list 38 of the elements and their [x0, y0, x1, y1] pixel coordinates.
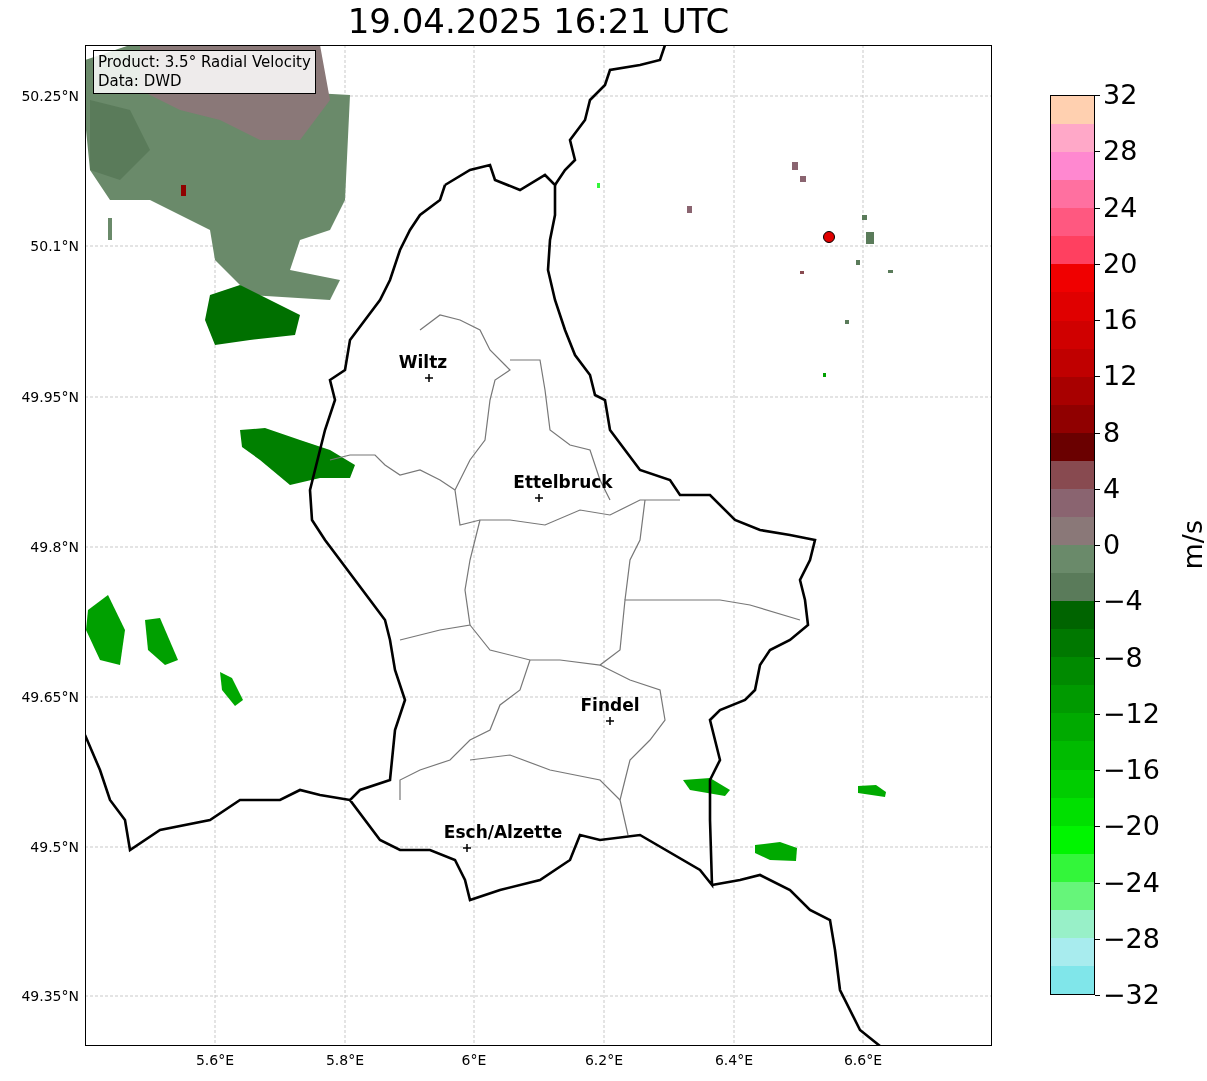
- colorbar-tick-label: −24: [1095, 866, 1160, 899]
- colorbar-tick-label: −12: [1095, 697, 1160, 730]
- city-label: Wiltz: [398, 352, 448, 372]
- info-text: Product: 3.5° Radial Velocity: [98, 53, 311, 72]
- longitude-tick-label: 6.4°E: [714, 1052, 754, 1068]
- longitude-tick-label: 6.6°E: [843, 1052, 883, 1068]
- city-label: Ettelbruck: [513, 472, 613, 492]
- colorbar-tick-label: 24: [1095, 191, 1138, 224]
- colorbar-tick-label: 20: [1095, 247, 1138, 280]
- colorbar-tick-label: −16: [1095, 754, 1160, 786]
- colorbar-tick-label: −20: [1095, 810, 1160, 843]
- colorbar-tick-label: 4: [1095, 472, 1121, 505]
- longitude-tick-label: 5.8°E: [325, 1052, 365, 1068]
- latitude-tick-label: 49.95°N: [21, 389, 79, 405]
- latitude-tick-label: 49.35°N: [21, 988, 79, 1004]
- colorbar-tick-label: 0: [1095, 529, 1121, 561]
- latitude-tick-label: 49.8°N: [30, 539, 79, 555]
- city-label: Esch/Alzette: [443, 822, 563, 842]
- colorbar-unit-label: m/s: [1177, 520, 1207, 570]
- info-text: Data: DWD: [98, 72, 183, 91]
- latitude-tick-label: 49.65°N: [21, 689, 79, 705]
- colorbar-tick-label: 32: [1095, 79, 1138, 111]
- colorbar-tick-label: −4: [1095, 585, 1143, 618]
- colorbar-tick-label: −8: [1095, 641, 1143, 674]
- colorbar-tick-label: 28: [1095, 135, 1138, 168]
- city-label: Findel: [580, 695, 640, 715]
- latitude-tick-label: 50.25°N: [21, 88, 79, 104]
- longitude-tick-label: 6.2°E: [584, 1052, 624, 1068]
- colorbar-tick-label: −32: [1095, 979, 1160, 1011]
- colorbar-tick-label: 12: [1095, 360, 1138, 393]
- longitude-tick-label: 6°E: [461, 1052, 487, 1068]
- longitude-tick-label: 5.6°E: [195, 1052, 235, 1068]
- colorbar-tick-label: 16: [1095, 304, 1138, 336]
- colorbar-tick-label: −28: [1095, 922, 1160, 955]
- colorbar-tick-label: 8: [1095, 416, 1121, 449]
- chart-title: 19.04.2025 16:21 UTC: [346, 0, 731, 43]
- latitude-tick-label: 49.5°N: [30, 839, 79, 855]
- latitude-tick-label: 50.1°N: [30, 238, 79, 254]
